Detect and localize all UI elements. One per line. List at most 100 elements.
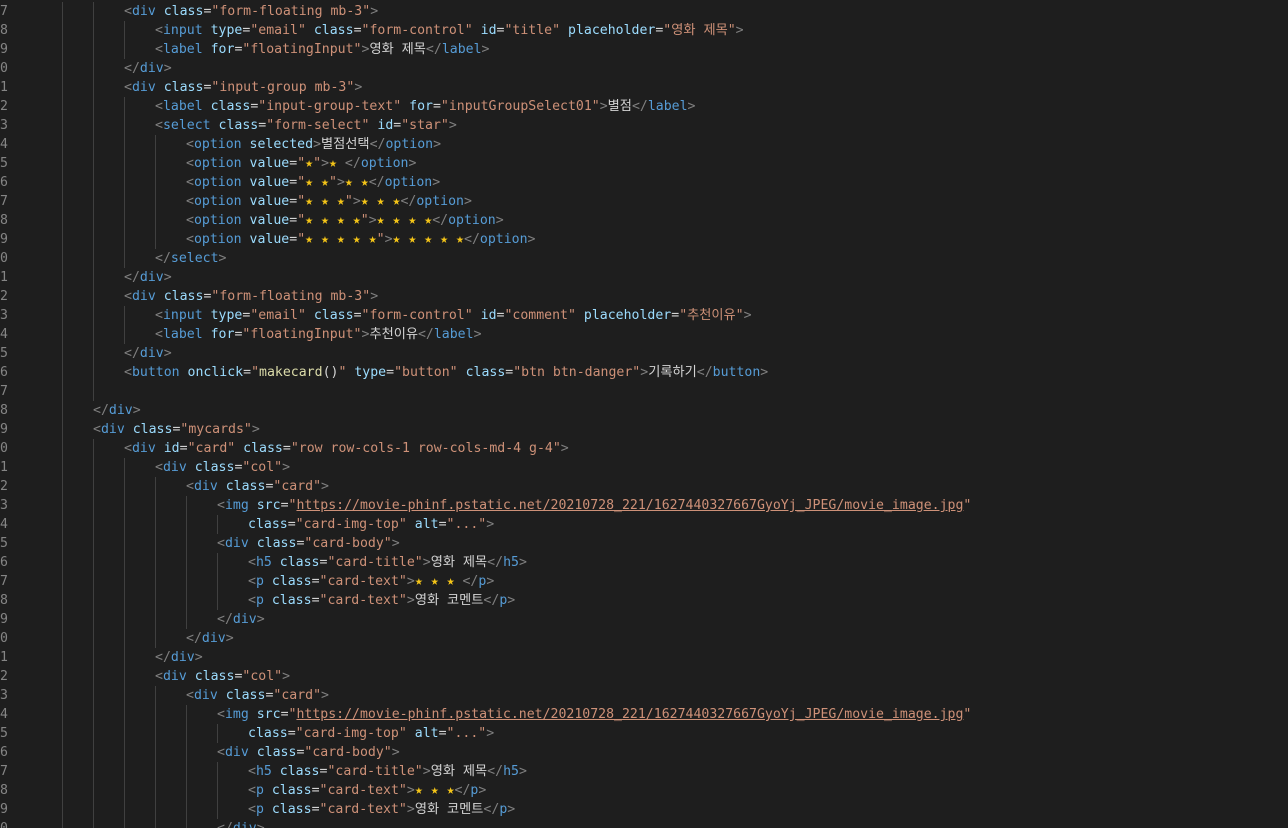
code-line[interactable]: 6 <option value="★ ★">★ ★</option> — [0, 173, 1288, 192]
code-content[interactable]: </div> — [124, 344, 172, 363]
code-content[interactable]: </div> — [124, 59, 172, 78]
code-line[interactable]: 3 <div class="card"> — [0, 686, 1288, 705]
code-content[interactable]: </select> — [155, 249, 226, 268]
code-content[interactable]: <div id="card" class="row row-cols-1 row… — [124, 439, 569, 458]
text-token: > — [599, 99, 608, 114]
code-line[interactable]: 9 </div> — [0, 610, 1288, 629]
code-line[interactable]: 3 <input type="email" class="form-control… — [0, 306, 1288, 325]
line-number: 6 — [0, 555, 8, 570]
code-content[interactable]: <div class="card"> — [186, 477, 329, 496]
code-content[interactable]: <p class="card-text">영화 코멘트</p> — [248, 591, 515, 610]
code-content[interactable]: </div> — [217, 610, 265, 629]
url-link[interactable]: https://movie-phinf.pstatic.net/20210728… — [296, 707, 963, 722]
code-line[interactable]: 7 <div class="form-floating mb-3"> — [0, 2, 1288, 21]
code-line[interactable]: 3 <select class="form-select" id="star"> — [0, 116, 1288, 135]
code-line[interactable]: 8 <option value="★ ★ ★ ★">★ ★ ★ ★</option… — [0, 211, 1288, 230]
code-content[interactable]: <option value="★">★ </option> — [186, 154, 416, 173]
code-line[interactable]: 3 <img src= "https://movie-phinf.pstatic.n… — [0, 496, 1288, 515]
code-line[interactable]: 8 </div> — [0, 401, 1288, 420]
code-content[interactable]: <button onclick="makecard()" type="butto… — [124, 363, 768, 382]
code-content[interactable]: </div> — [93, 401, 141, 420]
text-token: > — [218, 251, 227, 266]
code-line[interactable]: 9 <p class="card-text">영화 코멘트</p> — [0, 800, 1288, 819]
tag-token: select — [162, 118, 211, 133]
code-content[interactable]: </div> — [186, 629, 234, 648]
code-content[interactable]: <div class="form-floating mb-3"> — [124, 2, 378, 21]
code-line[interactable]: 8 <p class="card-text">★ ★ ★</p> — [0, 781, 1288, 800]
code-line[interactable]: 0 </div> — [0, 819, 1288, 828]
code-content[interactable]: <div class="col"> — [155, 458, 290, 477]
code-content[interactable]: <div class="input-group mb-3"> — [124, 78, 362, 97]
code-content[interactable]: <div class="card-body"> — [217, 743, 400, 762]
code-line[interactable]: 6 <button onclick="makecard()" type="butt… — [0, 363, 1288, 382]
code-line[interactable]: 2 <div class="card"> — [0, 477, 1288, 496]
code-line[interactable]: 8 <p class="card-text">영화 코멘트</p> — [0, 591, 1288, 610]
url-link[interactable]: https://movie-phinf.pstatic.net/20210728… — [296, 498, 963, 513]
code-content[interactable]: </div> — [124, 268, 172, 287]
code-line[interactable]: 9 <label for="floatingInput">영화 제목</label… — [0, 40, 1288, 59]
code-content[interactable]: <input type="email" class="form-control"… — [155, 306, 752, 325]
code-editor[interactable]: 7 <div class="form-floating mb-3"> 8 <input… — [0, 0, 1288, 828]
code-line[interactable]: 5 <div class="card-body"> — [0, 534, 1288, 553]
code-line[interactable]: 5 class="card-img-top" alt="..."> — [0, 724, 1288, 743]
code-content[interactable]: <img src= "https://movie-phinf.pstatic.ne… — [217, 496, 971, 515]
code-line[interactable]: 4 <img src= "https://movie-phinf.pstatic.n… — [0, 705, 1288, 724]
code-line[interactable]: 7 — [0, 382, 1288, 401]
tag-token: div — [139, 61, 164, 76]
code-line[interactable]: 0 <div id="card" class="row row-cols-1 ro… — [0, 439, 1288, 458]
code-line[interactable]: 0 </div> — [0, 59, 1288, 78]
code-content[interactable]: </div> — [217, 819, 265, 828]
code-line[interactable]: 0 </div> — [0, 629, 1288, 648]
code-content[interactable]: <input type="email" class="form-control"… — [155, 21, 744, 40]
code-content[interactable]: <label for="floatingInput">영화 제목</label> — [155, 40, 489, 59]
code-line[interactable]: 1 <div class="col"> — [0, 458, 1288, 477]
code-line[interactable]: 7 <p class="card-text">★ ★ ★ </p> — [0, 572, 1288, 591]
code-content[interactable]: <option selected>별점선택</option> — [186, 135, 441, 154]
code-content[interactable]: <div class="form-floating mb-3"> — [124, 287, 378, 306]
code-content[interactable]: <option value="★ ★ ★ ★">★ ★ ★ ★</option> — [186, 211, 504, 230]
code-line[interactable]: 6 <h5 class="card-title">영화 제목</h5> — [0, 553, 1288, 572]
code-content[interactable]: <option value="★ ★ ★">★ ★ ★</option> — [186, 192, 472, 211]
string-token: "comment" — [504, 308, 576, 323]
code-line[interactable]: 7 <h5 class="card-title">영화 제목</h5> — [0, 762, 1288, 781]
code-content[interactable]: <p class="card-text">★ ★ ★</p> — [248, 781, 486, 800]
code-line[interactable]: 4 <option selected>별점선택</option> — [0, 135, 1288, 154]
code-line[interactable]: 1 <div class="input-group mb-3"> — [0, 78, 1288, 97]
code-content[interactable]: <div class="card"> — [186, 686, 329, 705]
code-line[interactable]: 1 </div> — [0, 648, 1288, 667]
code-line[interactable]: 0 </select> — [0, 249, 1288, 268]
code-line[interactable]: 5 <option value="★">★ </option> — [0, 154, 1288, 173]
text-token: </ — [483, 593, 500, 608]
code-content[interactable]: <label class="input-group-text" for="inp… — [155, 97, 695, 116]
code-content[interactable]: <div class="col"> — [155, 667, 290, 686]
code-line[interactable]: 1 </div> — [0, 268, 1288, 287]
code-line[interactable]: 5 </div> — [0, 344, 1288, 363]
code-content[interactable]: <div class="mycards"> — [93, 420, 260, 439]
code-line[interactable]: 4 class="card-img-top" alt="..."> — [0, 515, 1288, 534]
code-content[interactable]: <option value="★ ★ ★ ★ ★">★ ★ ★ ★ ★</opt… — [186, 230, 535, 249]
code-content[interactable]: <option value="★ ★">★ ★</option> — [186, 173, 440, 192]
indent-guide — [155, 800, 156, 819]
text-token: > — [406, 783, 415, 798]
code-line[interactable]: 2 <label class="input-group-text" for="in… — [0, 97, 1288, 116]
code-content[interactable]: </div> — [155, 648, 203, 667]
code-content[interactable]: <h5 class="card-title">영화 제목</h5> — [248, 553, 527, 572]
code-line[interactable]: 6 <div class="card-body"> — [0, 743, 1288, 762]
code-line[interactable]: 9 <div class="mycards"> — [0, 420, 1288, 439]
code-line[interactable]: 2 <div class="col"> — [0, 667, 1288, 686]
code-content[interactable]: <p class="card-text">★ ★ ★ </p> — [248, 572, 494, 591]
code-content[interactable]: <select class="form-select" id="star"> — [155, 116, 457, 135]
code-content[interactable]: <img src= "https://movie-phinf.pstatic.ne… — [217, 705, 971, 724]
code-content[interactable]: <label for="floatingInput">추천이유</label> — [155, 325, 482, 344]
code-content[interactable]: class="card-img-top" alt="..."> — [248, 724, 494, 743]
code-line[interactable]: 8 <input type="email" class="form-control… — [0, 21, 1288, 40]
code-line[interactable]: 4 <label for="floatingInput">추천이유</label> — [0, 325, 1288, 344]
code-line[interactable]: 2 <div class="form-floating mb-3"> — [0, 287, 1288, 306]
code-content[interactable]: <div class="card-body"> — [217, 534, 400, 553]
code-line[interactable]: 7 <option value="★ ★ ★">★ ★ ★</option> — [0, 192, 1288, 211]
tag-token: div — [224, 745, 249, 760]
code-content[interactable]: <h5 class="card-title">영화 제목</h5> — [248, 762, 527, 781]
code-content[interactable]: <p class="card-text">영화 코멘트</p> — [248, 800, 515, 819]
code-line[interactable]: 9 <option value="★ ★ ★ ★ ★">★ ★ ★ ★ ★</op… — [0, 230, 1288, 249]
code-content[interactable]: class="card-img-top" alt="..."> — [248, 515, 494, 534]
